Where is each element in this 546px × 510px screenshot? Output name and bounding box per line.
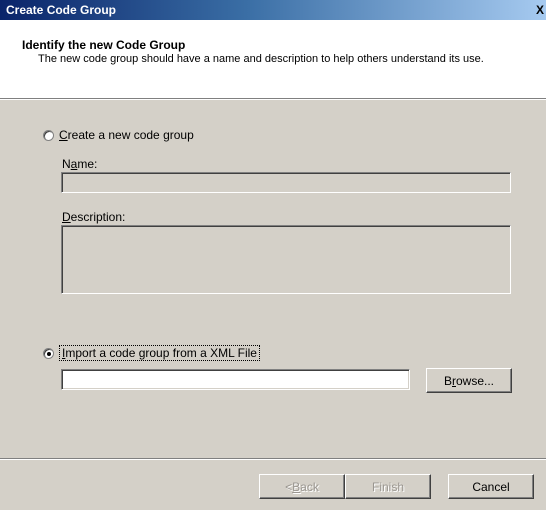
description-field[interactable] [61, 225, 511, 294]
header-divider [0, 98, 546, 100]
footer-divider [0, 458, 546, 460]
window-title: Create Code Group [6, 3, 117, 17]
create-new-radio[interactable] [43, 129, 54, 141]
title-bar[interactable]: Create Code Group X [0, 0, 546, 20]
name-label: Name: [62, 157, 98, 171]
xml-file-path-input[interactable] [61, 369, 410, 390]
import-xml-label[interactable]: Import a code group from a XML File [59, 345, 260, 361]
create-new-option[interactable]: Create a new code group [43, 128, 194, 142]
import-xml-radio[interactable] [43, 347, 54, 359]
browse-button[interactable]: Br owse... [426, 368, 512, 393]
description-label: Description: [62, 210, 126, 224]
wizard-header: Identify the new Code Group The new code… [0, 20, 546, 98]
create-new-label[interactable]: Create a new code group [59, 128, 194, 142]
close-icon[interactable]: X [536, 1, 546, 19]
cancel-button[interactable]: Cancel [448, 474, 534, 499]
header-subtitle: The new code group should have a name an… [38, 53, 484, 65]
header-title: Identify the new Code Group [22, 38, 186, 52]
back-button[interactable]: < Back [259, 474, 345, 499]
finish-button[interactable]: Finish [345, 474, 431, 499]
name-field[interactable] [61, 172, 511, 193]
import-xml-option[interactable]: Import a code group from a XML File [43, 345, 260, 361]
